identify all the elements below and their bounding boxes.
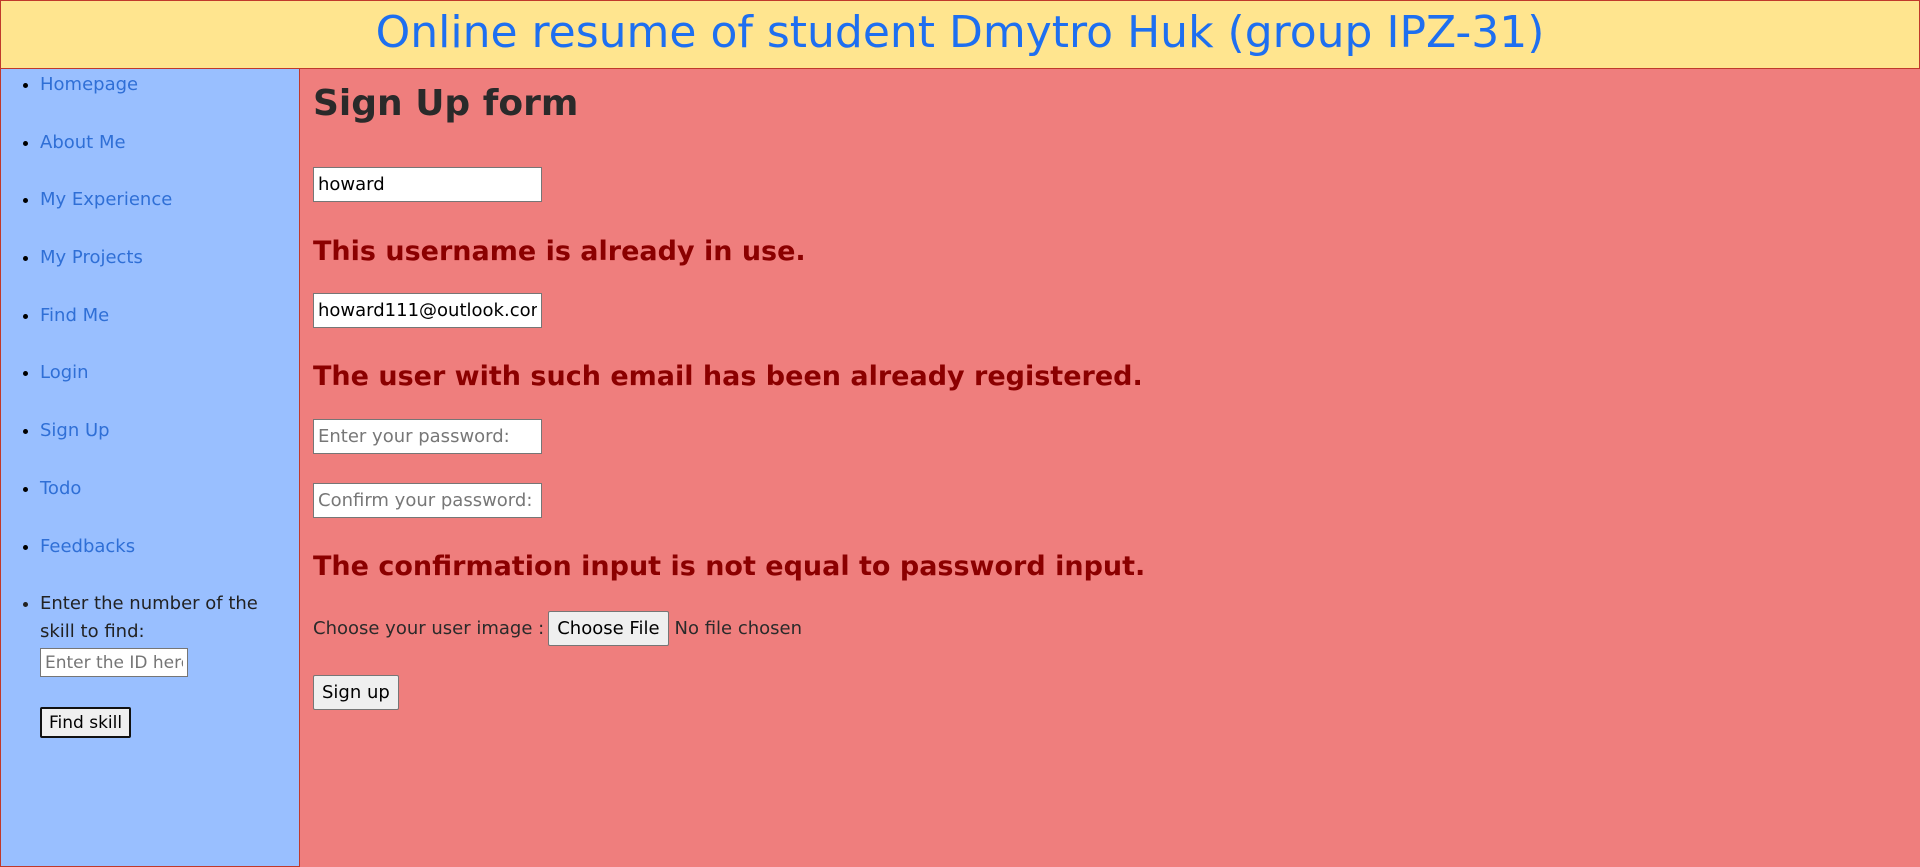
nav-item-about-me: About Me xyxy=(40,127,299,185)
nav-item-find-me: Find Me xyxy=(40,300,299,358)
user-image-row: Choose your user image : Choose File No … xyxy=(313,611,802,646)
nav-link-my-projects[interactable]: My Projects xyxy=(40,247,143,268)
confirm-password-error: The confirmation input is not equal to p… xyxy=(313,551,1146,582)
signup-panel: Sign Up form This username is already in… xyxy=(300,69,1920,867)
nav-item-my-experience: My Experience xyxy=(40,184,299,242)
page-title: Online resume of student Dmytro Huk (gro… xyxy=(375,7,1545,58)
nav-item-my-projects: My Projects xyxy=(40,242,299,300)
sign-up-button[interactable]: Sign up xyxy=(313,675,399,710)
skill-id-input[interactable] xyxy=(40,648,188,678)
email-error: The user with such email has been alread… xyxy=(313,361,1143,392)
nav-item-todo: Todo xyxy=(40,473,299,531)
form-title: Sign Up form xyxy=(313,83,579,124)
nav-link-find-me[interactable]: Find Me xyxy=(40,305,109,326)
page-header: Online resume of student Dmytro Huk (gro… xyxy=(0,0,1920,69)
user-image-label: Choose your user image : xyxy=(313,618,545,639)
nav-link-feedbacks[interactable]: Feedbacks xyxy=(40,536,135,557)
email-input[interactable] xyxy=(313,293,542,328)
confirm-password-input[interactable] xyxy=(313,483,542,518)
nav-list: Homepage About Me My Experience My Proje… xyxy=(1,69,299,739)
nav-item-feedbacks: Feedbacks xyxy=(40,531,299,589)
find-skill-button[interactable]: Find skill xyxy=(40,707,132,739)
file-status-text: No file chosen xyxy=(674,618,803,639)
nav-item-homepage: Homepage xyxy=(40,69,299,127)
sidebar-nav: Homepage About Me My Experience My Proje… xyxy=(0,69,300,867)
nav-link-homepage[interactable]: Homepage xyxy=(40,74,138,95)
nav-item-sign-up: Sign Up xyxy=(40,415,299,473)
password-input[interactable] xyxy=(313,419,542,454)
username-input[interactable] xyxy=(313,167,542,202)
nav-link-my-experience[interactable]: My Experience xyxy=(40,189,172,210)
nav-link-sign-up[interactable]: Sign Up xyxy=(40,420,110,441)
skill-search-label: Enter the number of the skill to find: xyxy=(40,593,258,643)
skill-search-item: Enter the number of the skill to find: F… xyxy=(40,588,299,739)
username-error: This username is already in use. xyxy=(313,236,806,267)
nav-item-login: Login xyxy=(40,357,299,415)
choose-file-button[interactable]: Choose File xyxy=(548,611,669,646)
nav-link-todo[interactable]: Todo xyxy=(40,478,81,499)
nav-link-about-me[interactable]: About Me xyxy=(40,132,126,153)
nav-link-login[interactable]: Login xyxy=(40,362,89,383)
